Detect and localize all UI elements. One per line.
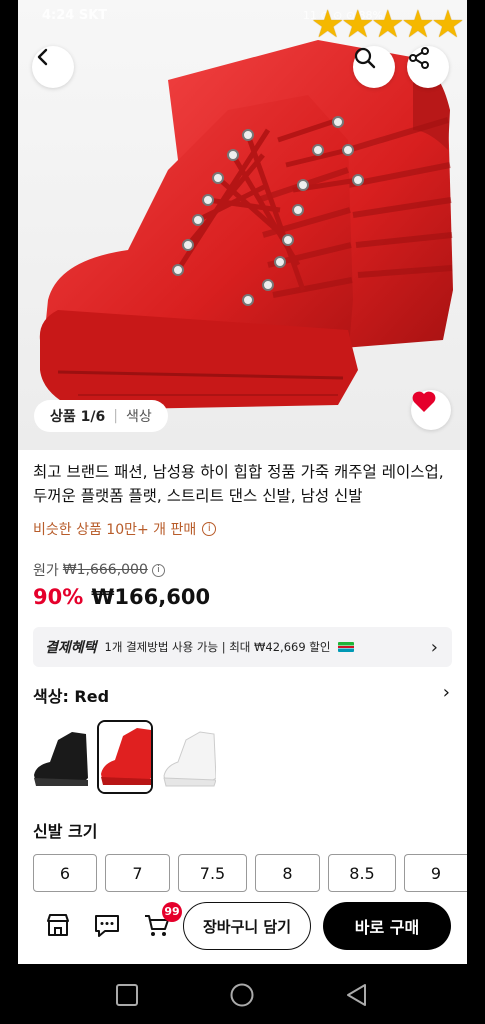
payment-benefit-banner[interactable]: 결제혜택 1개 결제방법 사용 가능 | 최대 ₩42,669 할인 ›: [33, 627, 452, 667]
benefit-title: 결제혜택: [45, 640, 97, 656]
gallery-counter[interactable]: 상품 1/6 | 색상: [34, 400, 168, 432]
search-button[interactable]: [353, 46, 395, 88]
search-icon: [354, 47, 376, 69]
size-option[interactable]: 6: [33, 854, 97, 892]
product-image-gallery[interactable]: 4:24 SKT 11 ⊙ ⊙ ⊙ 88% ★★★★★ 상품 1/6 | 색상: [18, 0, 467, 450]
color-swatch-white[interactable]: [160, 720, 216, 794]
benefit-text: 1개 결제방법 사용 가능 | 최대 ₩42,669 할인: [104, 640, 331, 654]
similar-sales[interactable]: 비슷한 상품 10만+ 개 판매 i: [33, 519, 217, 539]
back-nav-button[interactable]: [344, 982, 370, 1008]
chat-button[interactable]: [90, 908, 124, 942]
store-icon: [47, 914, 69, 936]
image-counter: 상품 1/6: [50, 409, 106, 425]
system-navigation-bar: [0, 964, 485, 1024]
product-image: [18, 0, 467, 450]
price-row: 90% ₩166,600: [33, 585, 210, 609]
original-price-label: 원가: [33, 563, 59, 579]
size-option[interactable]: 9: [404, 854, 467, 892]
home-button[interactable]: [229, 982, 255, 1008]
flag-icon: [338, 642, 355, 652]
share-button[interactable]: [407, 46, 449, 88]
wishlist-button[interactable]: [411, 390, 451, 430]
product-title: 최고 브랜드 패션, 남성용 하이 힙합 정품 가죽 캐주얼 레이스업, 두꺼운…: [33, 463, 444, 505]
store-button[interactable]: [41, 908, 75, 942]
black-shoe-thumbnail: [32, 720, 88, 794]
recent-apps-button[interactable]: [114, 982, 140, 1008]
chevron-left-icon: [37, 48, 48, 66]
size-option[interactable]: 7.5: [178, 854, 247, 892]
red-shoe-thumbnail: [99, 722, 151, 792]
chevron-right-icon: ›: [430, 637, 438, 658]
product-page: 4:24 SKT 11 ⊙ ⊙ ⊙ 88% ★★★★★ 상품 1/6 | 색상: [18, 0, 467, 964]
status-time: 4:24 SKT: [42, 8, 108, 23]
color-label: 색상: Red: [33, 687, 110, 706]
back-triangle-icon: [347, 984, 366, 1006]
size-option[interactable]: 7: [105, 854, 170, 892]
phone-screen: 4:24 SKT 11 ⊙ ⊙ ⊙ 88% ★★★★★ 상품 1/6 | 색상: [0, 0, 485, 1024]
add-to-cart-button[interactable]: 장바구니 담기: [183, 902, 311, 950]
size-option[interactable]: 8: [255, 854, 320, 892]
counter-divider: |: [113, 408, 118, 424]
price-info-icon[interactable]: i: [151, 563, 165, 577]
home-icon: [230, 983, 254, 1007]
white-shoe-thumbnail: [160, 720, 216, 794]
color-swatch-black[interactable]: [32, 720, 88, 794]
recent-apps-icon: [116, 984, 138, 1006]
sale-price: ₩166,600: [91, 585, 211, 609]
bottom-action-bar: 99 장바구니 담기 바로 구매: [18, 892, 467, 964]
chat-icon: [95, 915, 119, 937]
discount-rate: 90%: [33, 585, 84, 609]
color-selector-header[interactable]: 색상: Red ›: [33, 682, 452, 707]
original-price-row: 원가 ₩1,666,000 i: [33, 560, 165, 580]
original-price: ₩1,666,000: [62, 562, 148, 578]
gallery-option-label: 색상: [125, 409, 152, 425]
color-swatch-red[interactable]: [97, 720, 153, 794]
info-icon[interactable]: i: [202, 522, 217, 536]
size-label: 신발 크기: [33, 822, 98, 841]
rating-stars: ★★★★★: [310, 2, 465, 46]
back-button[interactable]: [32, 46, 74, 88]
heart-icon: [412, 391, 436, 412]
share-icon: [409, 47, 429, 69]
similar-sales-text: 비슷한 상품 10만+ 개 판매: [33, 522, 197, 538]
cart-count-badge: 99: [162, 902, 182, 922]
size-option[interactable]: 8.5: [328, 854, 396, 892]
chevron-right-icon: ›: [442, 682, 450, 703]
buy-now-button[interactable]: 바로 구매: [323, 902, 451, 950]
